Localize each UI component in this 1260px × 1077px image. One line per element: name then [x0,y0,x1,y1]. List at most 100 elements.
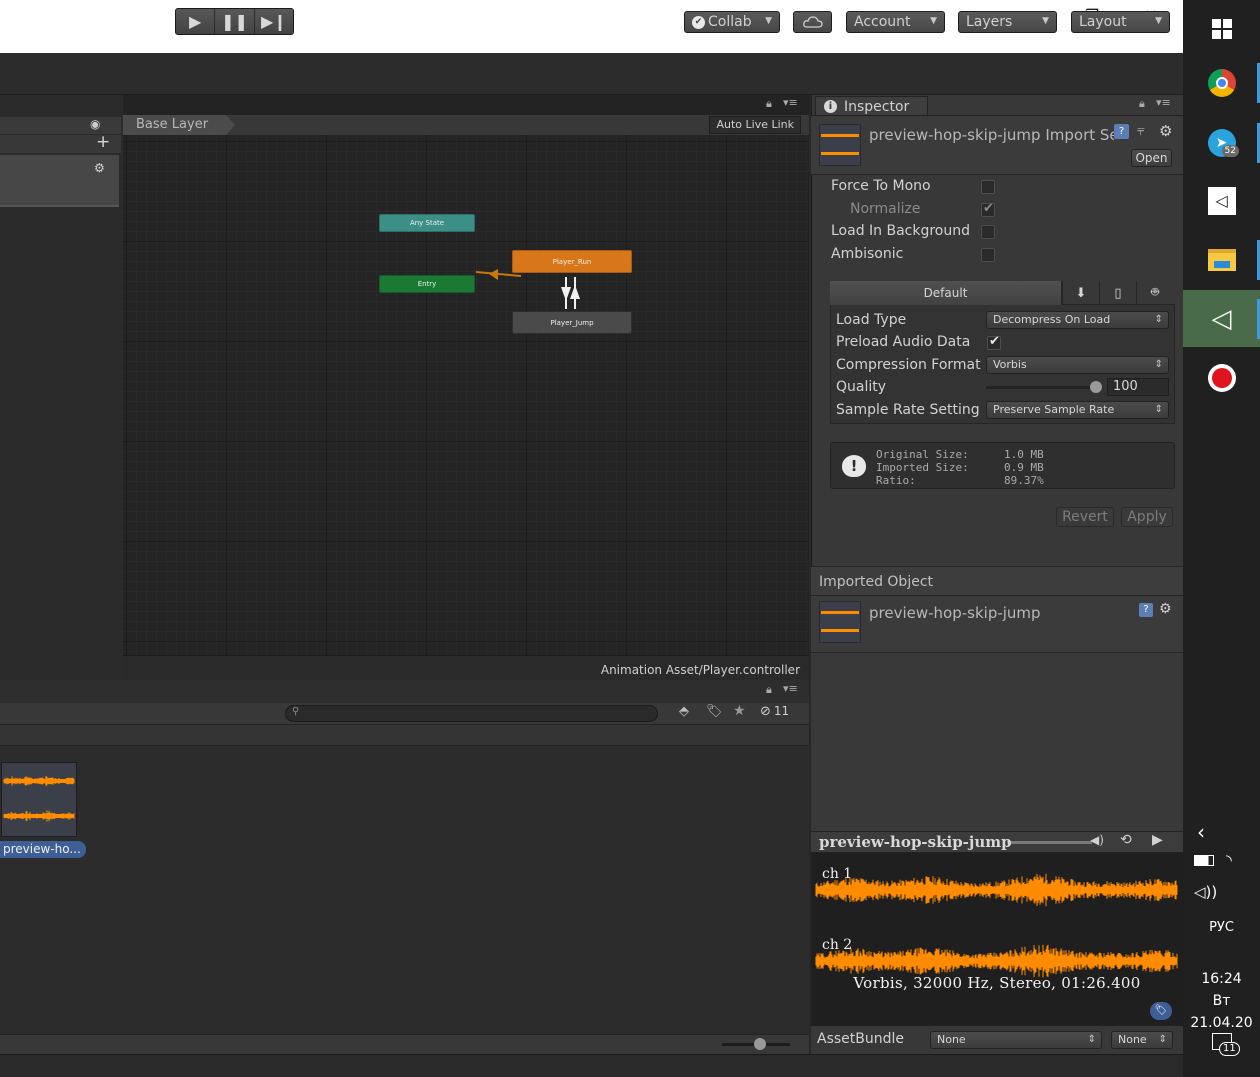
record-icon [1207,363,1236,392]
menu-icon[interactable]: ▾≡ [783,96,798,109]
taskbar-unity-editor[interactable]: ◁ [1183,290,1260,347]
layer-settings-icon[interactable]: ⚙ [94,161,105,175]
layout-dropdown[interactable]: Layout ▼ [1071,11,1170,33]
collab-dropdown[interactable]: ✔ Collab ▼ [684,11,780,33]
help-book-icon[interactable]: ? [1114,124,1129,139]
notification-center-icon[interactable]: 11 [1212,1033,1240,1056]
step-icon: ▶❙ [260,12,287,31]
breadcrumb-base-layer[interactable]: Base Layer [123,115,235,135]
project-asset-grid [0,746,809,1034]
animator-graph[interactable]: Any State Entry Player_Run Player_Jump [123,135,808,655]
imported-size-value: 0.9 MB [1004,461,1044,474]
taskbar-chrome[interactable] [1183,54,1260,111]
apply-button[interactable]: Apply [1121,507,1173,527]
tag-icon[interactable]: 🏷︎ [1150,1002,1172,1020]
pause-button[interactable]: ❚❚ [215,9,255,34]
taskbar-file-explorer[interactable] [1183,231,1260,288]
start-button[interactable] [1183,0,1260,57]
lock-icon[interactable]: 🔒︎ [766,683,772,697]
preview-drag-bar[interactable] [1007,841,1092,844]
add-layer-button[interactable]: + [96,132,110,152]
audio-format-info: Vorbis, 32000 Hz, Stereo, 01:26.400 [853,974,1141,992]
play-button[interactable]: ▶ [176,9,216,34]
volume-icon[interactable]: ◁)) [1194,883,1217,901]
notification-count: 11 [1219,1042,1240,1056]
base-layer-item[interactable]: ⚙ [0,155,119,207]
speaker-icon[interactable]: ◀) [1090,833,1104,847]
taskbar-clock[interactable]: 16:24 Вт 21.04.20 [1183,968,1260,1034]
project-search-input[interactable]: ⚲ [285,705,658,722]
force-to-mono-checkbox[interactable] [981,180,995,194]
normalize-checkbox[interactable] [981,201,995,217]
waveform-icon [3,775,75,822]
battery-icon[interactable] [1194,855,1214,866]
node-player-jump[interactable]: Player_Jump [512,311,632,334]
tab-android[interactable]: 🤖︎ [1136,281,1173,305]
language-indicator[interactable]: РУС [1183,920,1260,935]
audio-asset-thumbnail[interactable] [1,762,77,837]
help-book-icon[interactable]: ? [1139,603,1153,617]
inspector-title: preview-hop-skip-jump Import Settings [869,126,1114,144]
preload-audio-checkbox[interactable] [987,334,1001,350]
collab-label: Collab [708,14,752,30]
account-dropdown[interactable]: Account ▼ [846,11,945,33]
taskbar-unity-hub[interactable]: ◁ [1183,172,1260,229]
telegram-badge: 52 [1221,144,1239,157]
thumbnail-size-slider-handle[interactable] [754,1038,766,1050]
play-preview-icon[interactable]: ▶ [1152,832,1163,848]
eye-icon[interactable]: ◉ [90,117,100,131]
lock-icon[interactable]: 🔒︎ [766,97,772,111]
ambisonic-label: Ambisonic [831,246,904,262]
quality-slider[interactable] [986,386,1102,389]
telegram-icon: ➤ 52 [1207,128,1239,157]
tab-ios[interactable]: ▯ [1099,281,1136,305]
step-button[interactable]: ▶❙ [254,9,293,34]
taskbar-recorder[interactable] [1183,349,1260,406]
unity-hub-icon: ◁ [1207,186,1236,215]
loop-icon[interactable]: ⟲ [1120,832,1132,848]
audio-preview[interactable]: ch 1 ch 2 🏷︎ [811,853,1183,1025]
load-type-select[interactable]: Decompress On Load [986,311,1169,329]
ambisonic-checkbox[interactable] [981,248,995,262]
assetbundle-select[interactable]: None [930,1031,1102,1049]
layers-dropdown[interactable]: Layers ▼ [958,11,1057,33]
playback-controls: ▶ ❚❚ ▶❙ [175,8,294,35]
gear-icon[interactable]: ⚙ [1159,122,1172,140]
cloud-button[interactable] [793,11,832,33]
auto-live-link-button[interactable]: Auto Live Link [709,116,801,134]
preset-sliders-icon[interactable]: ⫧ [1137,123,1145,139]
node-entry[interactable]: Entry [379,275,475,293]
compression-format-label: Compression Format [836,357,981,373]
favorite-star-icon[interactable]: ★ [733,703,746,719]
tab-standalone[interactable]: ⬇ [1062,281,1099,305]
revert-button[interactable]: Revert [1056,507,1114,527]
layout-label: Layout [1079,14,1127,30]
lock-icon[interactable]: 🔒︎ [1139,97,1145,111]
original-size-label: Original Size: [876,448,969,461]
compression-format-select[interactable]: Vorbis [986,356,1169,374]
main-toolbar [0,53,1183,95]
gear-icon[interactable]: ⚙ [1159,601,1172,617]
show-hidden-icons-chevron[interactable]: ‹ [1197,820,1205,844]
filter-by-label-icon[interactable]: 🏷︎ [706,704,723,719]
project-bottom-bar [0,1034,809,1054]
hidden-packages-button[interactable]: ⊘ 11 [760,704,789,719]
quality-input[interactable]: 100 [1107,378,1169,396]
node-any-state[interactable]: Any State [379,214,475,232]
taskbar-telegram[interactable]: ➤ 52 [1183,114,1260,171]
wifi-icon[interactable]: ◝ [1226,851,1232,869]
load-in-background-checkbox[interactable] [981,225,995,239]
menu-icon[interactable]: ▾≡ [1156,96,1171,109]
tab-inspector[interactable]: i Inspector [815,96,928,116]
sample-rate-select[interactable]: Preserve Sample Rate [986,401,1169,419]
tab-default-platform[interactable]: Default [830,281,1062,305]
quality-label: Quality [836,379,887,395]
node-player-run[interactable]: Player_Run [512,250,632,273]
pause-icon: ❚❚ [221,12,248,31]
menu-icon[interactable]: ▾≡ [783,682,798,695]
assetbundle-variant-select[interactable]: None [1111,1031,1173,1049]
audio-asset-label[interactable]: preview-ho... [0,841,86,858]
quality-slider-handle[interactable] [1090,381,1102,393]
open-button[interactable]: Open [1131,149,1172,167]
filter-by-type-icon[interactable]: ⬘ [679,704,689,719]
